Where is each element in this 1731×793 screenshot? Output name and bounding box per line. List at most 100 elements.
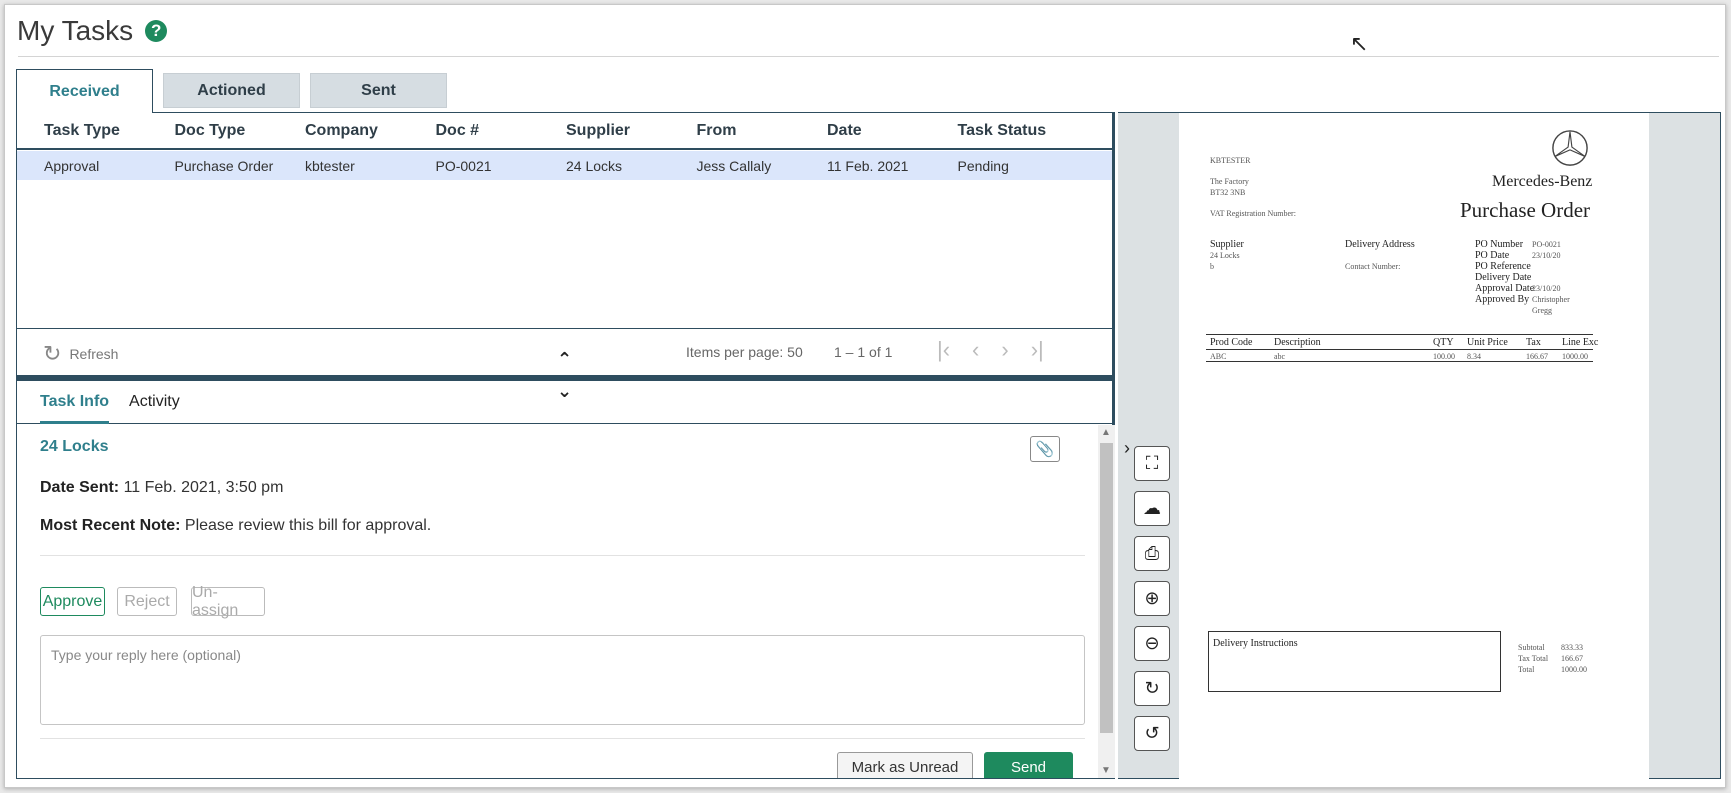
doc-col-unit-price: Unit Price [1467, 337, 1508, 348]
cell-task-type: Approval [44, 157, 100, 174]
doc-address-1: The Factory [1210, 177, 1249, 186]
scroll-down-icon[interactable]: ▼ [1101, 765, 1111, 776]
doc-title: Purchase Order [1460, 198, 1591, 222]
doc-approved-by-1: Christopher [1532, 295, 1570, 304]
doc-supplier-line2: b [1210, 262, 1214, 271]
doc-delivery-instructions-box: Delivery Instructions [1208, 631, 1501, 692]
doc-cell-qty: 100.00 [1433, 352, 1455, 361]
doc-tax-total: 166.67 [1561, 654, 1583, 663]
divider [40, 555, 1085, 556]
doc-address-2: BT32 3NB [1210, 188, 1246, 197]
grid-header: Task Type Doc Type Company Doc # Supplie… [17, 113, 1112, 150]
approve-button[interactable]: Approve [40, 587, 105, 616]
refresh-button[interactable]: ↻ Refresh [43, 341, 118, 367]
divider [40, 738, 1085, 739]
note-label: Most Recent Note: [40, 517, 181, 534]
column-header[interactable]: From [670, 122, 801, 140]
pager-controls: |‹ ‹ › ›| [937, 337, 1044, 363]
tab-task-info[interactable]: Task Info [40, 381, 110, 424]
tab-sent[interactable]: Sent [310, 73, 447, 108]
reply-textarea[interactable]: Type your reply here (optional) [40, 635, 1085, 725]
column-header[interactable]: Doc # [409, 122, 540, 140]
date-sent: Date Sent: 11 Feb. 2021, 3:50 pm [40, 479, 283, 497]
doc-supplier-name: 24 Locks [1210, 251, 1240, 260]
doc-po-number-label: PO Number [1475, 239, 1524, 250]
download-icon[interactable]: ☁ [1134, 491, 1170, 526]
first-page-icon[interactable]: |‹ [937, 337, 950, 363]
doc-col-tax: Tax [1526, 337, 1541, 348]
doc-po-date: 23/10/20 [1532, 251, 1561, 260]
doc-col-prod-code: Prod Code [1210, 337, 1253, 348]
doc-po-date-label: PO Date [1475, 250, 1510, 261]
mercedes-logo-icon [1552, 130, 1588, 166]
grid-paginator: ↻ Refresh ⌃ Items per page: 50 1 – 1 of … [17, 328, 1112, 376]
page-header: My Tasks ? [17, 11, 168, 51]
doc-delivery-instructions: Delivery Instructions [1213, 638, 1298, 649]
chevron-up-icon[interactable]: ⌃ [557, 349, 572, 370]
last-page-icon[interactable]: ›| [1031, 337, 1044, 363]
date-sent-value: 11 Feb. 2021, 3:50 pm [123, 479, 284, 496]
doc-vat: VAT Registration Number: [1210, 209, 1296, 218]
viewer-toolbar: ⛶ ☁ ⎙ ⊕ ⊖ ↻ ↺ [1134, 446, 1170, 751]
column-header[interactable]: Task Type [17, 122, 148, 140]
doc-supplier-label: Supplier [1210, 239, 1244, 250]
doc-approved-by-label: Approved By [1475, 294, 1530, 305]
doc-company: KBTESTER [1210, 156, 1251, 165]
refresh-label: Refresh [69, 346, 119, 362]
column-header[interactable]: Company [278, 122, 409, 140]
task-info-pane: 24 Locks 📎 Date Sent: 11 Feb. 2021, 3:50… [17, 425, 1097, 778]
doc-po-ref-label: PO Reference [1475, 261, 1531, 272]
column-header[interactable]: Date [800, 122, 931, 140]
next-page-icon[interactable]: › [1001, 337, 1008, 363]
print-icon[interactable]: ⎙ [1134, 536, 1170, 571]
scrollbar-thumb[interactable] [1100, 443, 1113, 733]
items-per-page[interactable]: Items per page: 50 [686, 344, 803, 360]
doc-tax-total-label: Tax Total [1518, 654, 1549, 663]
paperclip-icon[interactable]: 📎 [1030, 436, 1060, 462]
column-header[interactable]: Supplier [539, 122, 670, 140]
doc-subtotal-label: Subtotal [1518, 643, 1545, 652]
doc-cell-description: abc [1274, 352, 1286, 361]
mark-unread-button[interactable]: Mark as Unread [837, 752, 973, 778]
collapse-viewer-icon[interactable]: › [1124, 438, 1130, 459]
prev-page-icon[interactable]: ‹ [972, 337, 979, 363]
tab-received[interactable]: Received [16, 69, 153, 113]
fullscreen-icon[interactable]: ⛶ [1134, 446, 1170, 481]
doc-cell-prod-code: ABC [1210, 352, 1227, 361]
unassign-button[interactable]: Un-assign [191, 584, 265, 619]
doc-total-label: Total [1518, 665, 1535, 674]
page-range: 1 – 1 of 1 [834, 344, 893, 360]
rotate-left-icon[interactable]: ↺ [1134, 716, 1170, 751]
date-sent-label: Date Sent: [40, 479, 120, 496]
rotate-right-icon[interactable]: ↻ [1134, 671, 1170, 706]
doc-delivery-label: Delivery Address [1345, 239, 1415, 250]
doc-po-number: PO-0021 [1532, 240, 1561, 249]
recent-note: Most Recent Note: Please review this bil… [40, 517, 431, 535]
cell-doc-number: PO-0021 [435, 157, 492, 174]
zoom-in-icon[interactable]: ⊕ [1134, 581, 1170, 616]
column-header[interactable]: Task Status [931, 122, 1062, 140]
tab-activity[interactable]: Activity [129, 381, 180, 424]
reject-button[interactable]: Reject [117, 587, 177, 616]
items-per-page-value[interactable]: 50 [787, 344, 803, 360]
doc-delivery-date-label: Delivery Date [1475, 272, 1532, 283]
send-button[interactable]: Send [984, 752, 1073, 778]
scroll-up-icon[interactable]: ▲ [1101, 427, 1111, 438]
mouse-cursor-icon: ↖ [1350, 31, 1369, 56]
supplier-heading: 24 Locks [40, 438, 109, 455]
refresh-icon: ↻ [43, 341, 62, 366]
help-icon[interactable]: ? [145, 20, 168, 42]
cell-date: 11 Feb. 2021 [827, 157, 909, 174]
doc-cell-line-exc: 1000.00 [1562, 352, 1588, 361]
column-header[interactable]: Doc Type [148, 122, 279, 140]
page-title: My Tasks [17, 15, 134, 46]
tab-actioned[interactable]: Actioned [163, 73, 300, 108]
doc-col-line-exc: Line Exc [1562, 337, 1599, 348]
scrollbar[interactable]: ▲ ▼ [1098, 425, 1115, 778]
purchase-order-page: KBTESTER The Factory BT32 3NB VAT Regist… [1179, 113, 1649, 780]
zoom-out-icon[interactable]: ⊖ [1134, 626, 1170, 661]
cell-doc-type: Purchase Order [174, 157, 274, 174]
task-tabs: Received Actioned Sent [16, 69, 447, 113]
cell-task-status: Pending [957, 157, 1009, 174]
table-row[interactable]: Approval Purchase Order kbtester PO-0021… [17, 151, 1112, 180]
